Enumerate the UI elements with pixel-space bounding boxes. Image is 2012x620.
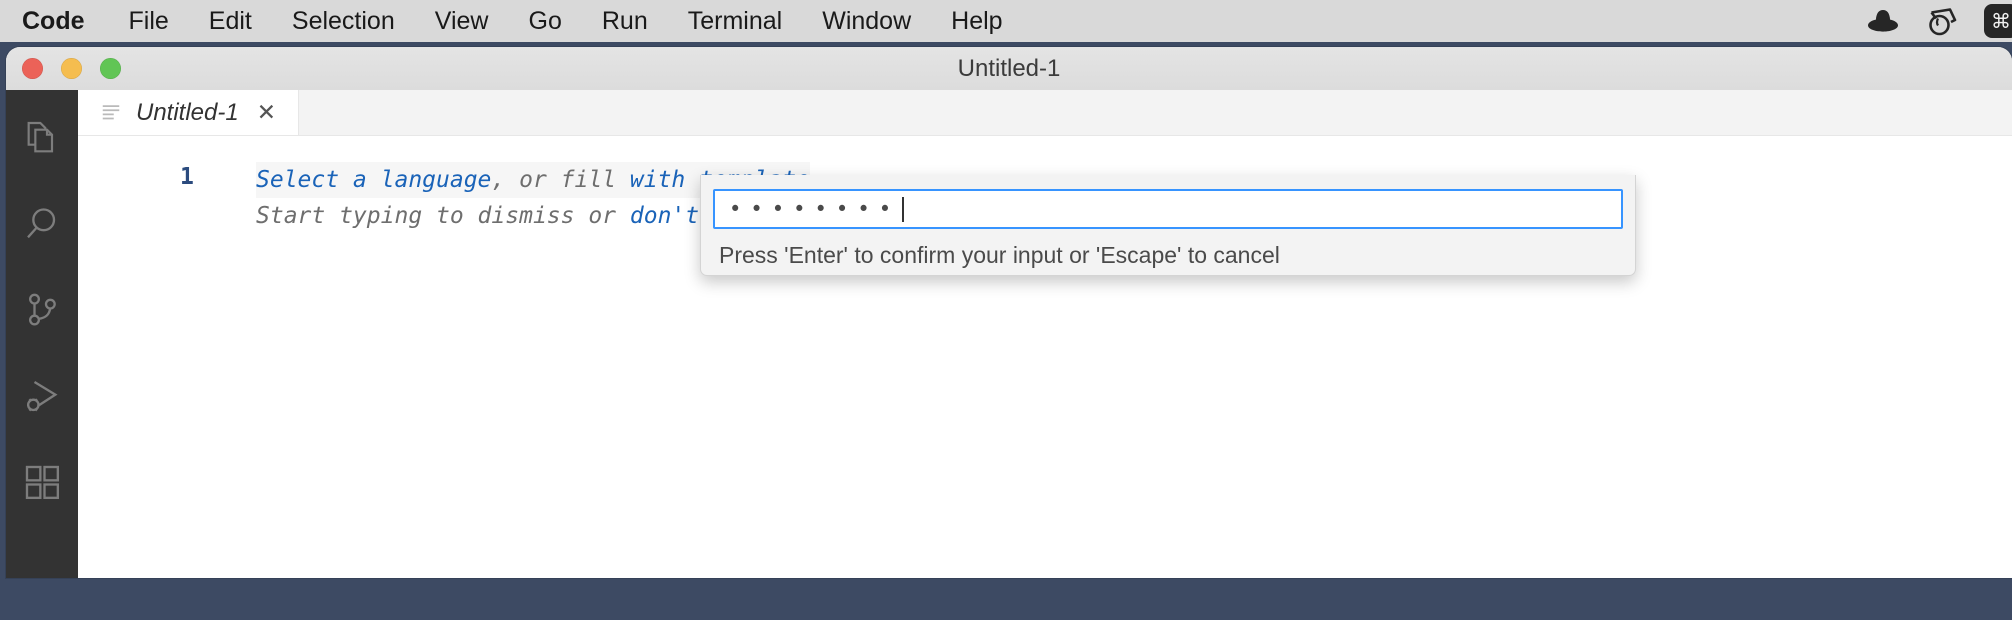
activity-bar: [6, 90, 78, 578]
command-key-icon[interactable]: ⌘: [1984, 4, 2012, 38]
editor-tabs: Untitled-1 ✕: [78, 90, 2012, 136]
window-titlebar: Untitled-1: [6, 47, 2012, 90]
menu-item-selection[interactable]: Selection: [272, 0, 415, 42]
menu-item-code[interactable]: Code: [0, 0, 109, 42]
menu-item-go[interactable]: Go: [509, 0, 582, 42]
window-title: Untitled-1: [957, 55, 1061, 82]
vscode-window: Untitled-1 Untitled-1 ✕ 1 Select a langu…: [6, 47, 2012, 578]
menu-item-file[interactable]: File: [109, 0, 189, 42]
bowler-hat-icon[interactable]: [1866, 8, 1900, 34]
quick-input-hint: Press 'Enter' to confirm your input or '…: [719, 242, 1280, 268]
select-a-language-link[interactable]: Select a language: [256, 167, 491, 193]
editor-area: Untitled-1 ✕ 1 Select a language, or fil…: [78, 90, 2012, 578]
menubar-items: Code File Edit Selection View Go Run Ter…: [0, 0, 1023, 42]
placeholder-text-or-fill: , or fill: [491, 167, 630, 193]
menubar-tray: ⌘: [1866, 0, 2012, 42]
quick-input-widget: •••••••• Press 'Enter' to confirm your i…: [700, 175, 1636, 276]
text-cursor: [902, 196, 905, 222]
password-masked-value: ••••••••: [729, 196, 901, 221]
menu-item-help[interactable]: Help: [931, 0, 1022, 42]
tab-label: Untitled-1: [136, 98, 239, 126]
branch-icon[interactable]: [16, 284, 68, 336]
extensions-icon[interactable]: [16, 456, 68, 508]
menu-item-edit[interactable]: Edit: [189, 0, 272, 42]
document-lines-icon: [100, 102, 122, 124]
menu-item-view[interactable]: View: [415, 0, 509, 42]
menu-item-run[interactable]: Run: [582, 0, 668, 42]
close-icon[interactable]: ✕: [253, 99, 280, 126]
traffic-lights: [6, 58, 121, 79]
tab-untitled-1[interactable]: Untitled-1 ✕: [78, 90, 299, 135]
minimize-window-button[interactable]: [61, 58, 82, 79]
run-debug-icon[interactable]: [16, 370, 68, 422]
coffee-pot-icon[interactable]: [1926, 6, 1958, 36]
window-body: Untitled-1 ✕ 1 Select a language, or fil…: [6, 90, 2012, 578]
macos-menubar: Code File Edit Selection View Go Run Ter…: [0, 0, 2012, 42]
search-icon[interactable]: [16, 198, 68, 250]
zoom-window-button[interactable]: [100, 58, 121, 79]
files-icon[interactable]: [16, 112, 68, 164]
placeholder-text-start-typing: Start typing to dismiss or: [256, 203, 630, 229]
line-number: 1: [180, 164, 194, 190]
close-window-button[interactable]: [22, 58, 43, 79]
quick-input-field[interactable]: ••••••••: [713, 189, 1623, 229]
menu-item-window[interactable]: Window: [802, 0, 931, 42]
menu-item-terminal[interactable]: Terminal: [668, 0, 802, 42]
